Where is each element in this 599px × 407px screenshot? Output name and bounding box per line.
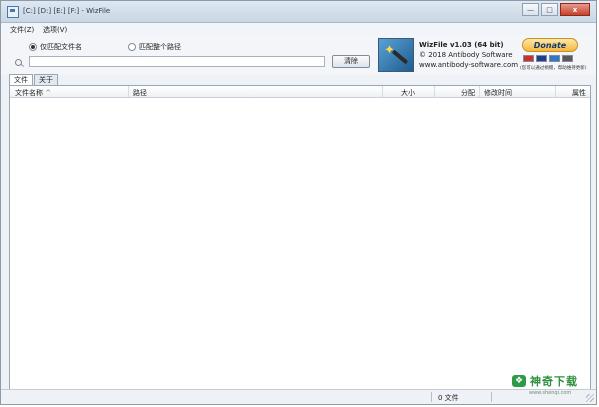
payment-cards <box>523 55 575 62</box>
column-divider[interactable] <box>434 86 435 97</box>
watermark: ❖ 神奇下载 <box>512 373 578 389</box>
file-count: 0 文件 <box>438 394 459 402</box>
results-list[interactable]: 文件名称 ^ 路径 大小 分配 修改时间 属性 <box>9 85 591 391</box>
menu-options[interactable]: 选项(V) <box>43 25 67 35</box>
app-copyright: © 2018 Antibody Software <box>419 51 513 59</box>
app-info: WizFile v1.03 (64 bit) © 2018 Antibody S… <box>419 40 518 70</box>
app-version: WizFile v1.03 (64 bit) <box>419 41 504 49</box>
menu-file[interactable]: 文件(Z) <box>10 25 34 35</box>
watermark-logo-icon: ❖ <box>512 375 526 387</box>
radio-filename-label: 仅匹配文件名 <box>40 43 82 51</box>
close-button[interactable]: x <box>560 3 590 16</box>
watermark-url: www.shenqi.com <box>529 390 572 396</box>
column-header-allocated[interactable]: 分配 <box>461 88 475 98</box>
radio-selected-icon <box>29 43 37 51</box>
column-divider[interactable] <box>479 86 480 97</box>
column-divider[interactable] <box>555 86 556 97</box>
radio-filename-only[interactable]: 仅匹配文件名 <box>29 42 82 52</box>
watermark-text: 神奇下载 <box>530 375 578 388</box>
tab-about[interactable]: 关于 <box>34 74 58 85</box>
radio-unselected-icon <box>128 43 136 51</box>
search-icon <box>15 59 22 66</box>
minimize-button[interactable]: — <box>522 3 539 16</box>
window-title: [C:] [D:] [E:] [F:] - WizFile <box>23 7 111 15</box>
app-window: [C:] [D:] [E:] [F:] - WizFile — □ x 文件(Z… <box>0 0 597 405</box>
resize-grip[interactable] <box>586 394 594 402</box>
column-header-size[interactable]: 大小 <box>401 88 415 98</box>
sort-asc-icon: ^ <box>45 89 52 97</box>
column-divider[interactable] <box>382 86 383 97</box>
maximize-button[interactable]: □ <box>541 3 558 16</box>
column-header-modified[interactable]: 修改时间 <box>484 88 512 98</box>
column-header-path[interactable]: 路径 <box>133 88 147 98</box>
window-controls: — □ x <box>520 3 590 16</box>
clear-button[interactable]: 清除 <box>332 55 370 68</box>
radio-fullpath-label: 匹配整个路径 <box>139 43 181 51</box>
status-bar: 0 文件 <box>1 389 596 404</box>
credit-card-icon <box>536 55 547 62</box>
status-divider <box>491 392 492 402</box>
status-divider <box>431 392 432 402</box>
table-header: 文件名称 ^ 路径 大小 分配 修改时间 属性 <box>10 86 590 98</box>
app-icon <box>7 6 19 18</box>
column-header-attributes[interactable]: 属性 <box>572 88 586 98</box>
search-panel: 仅匹配文件名 匹配整个路径 清除 ✦ WizFile v1.03 (64 bit… <box>1 35 596 75</box>
app-website-link[interactable]: www.antibody-software.com <box>419 60 518 70</box>
wizfile-logo: ✦ <box>378 38 414 72</box>
credit-card-icon <box>549 55 560 62</box>
tab-bar: 文件 关于 <box>9 74 59 86</box>
credit-card-icon <box>523 55 534 62</box>
donate-area: Donate (您可以通过捐赠，帮助维持更新) <box>520 36 587 74</box>
column-divider[interactable] <box>128 86 129 97</box>
credit-card-icon <box>562 55 573 62</box>
radio-full-path[interactable]: 匹配整个路径 <box>128 42 181 52</box>
donate-note: (您可以通过捐赠，帮助维持更新) <box>520 66 587 71</box>
search-input[interactable] <box>29 56 325 67</box>
menu-bar: 文件(Z) 选项(V) <box>1 23 596 35</box>
column-header-filename[interactable]: 文件名称 ^ <box>15 88 51 98</box>
donate-button[interactable]: Donate <box>522 38 578 52</box>
title-bar[interactable]: [C:] [D:] [E:] [F:] - WizFile — □ x <box>1 1 596 23</box>
